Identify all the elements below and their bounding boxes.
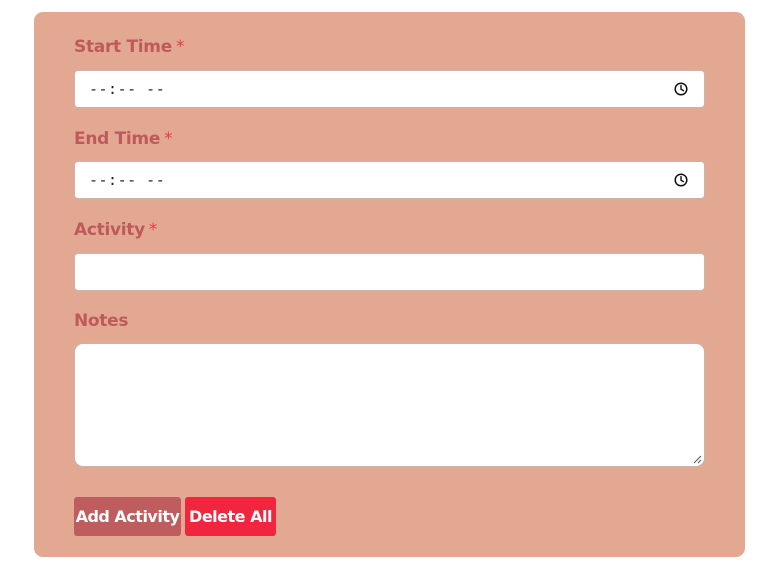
start-time-label: Start Time * [74,37,184,57]
required-marker: * [164,129,173,149]
end-time-input[interactable]: --:-- -- [74,161,705,199]
start-time-input[interactable]: --:-- -- [74,70,705,108]
clock-icon[interactable] [674,82,688,96]
start-time-label-text: Start Time [74,37,172,57]
resize-grip-icon[interactable] [692,454,702,464]
activity-input[interactable] [74,253,705,291]
required-marker: * [148,220,158,240]
notes-label: Notes [74,311,128,331]
clock-icon[interactable] [674,173,688,187]
start-time-value: --:-- -- [89,80,166,98]
delete-all-button[interactable]: Delete All [185,497,276,536]
activity-form-card: Start Time * --:-- -- End Time * --:-- -- … [34,12,745,557]
end-time-label: End Time * [74,129,173,149]
end-time-label-text: End Time [74,129,161,149]
notes-label-text: Notes [74,311,129,331]
add-activity-button[interactable]: Add Activity [74,497,181,536]
end-time-value: --:-- -- [89,171,166,189]
activity-label: Activity * [74,220,157,240]
notes-textarea[interactable] [74,343,705,467]
required-marker: * [175,37,185,57]
activity-label-text: Activity [74,220,145,240]
